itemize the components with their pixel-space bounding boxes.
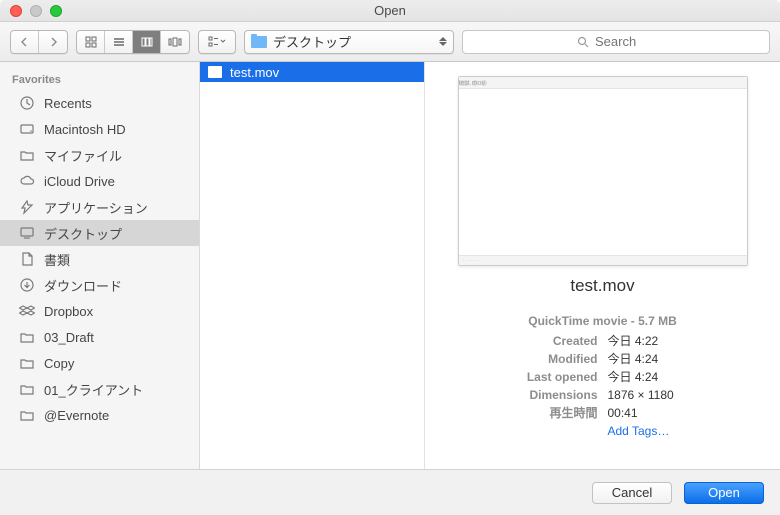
folder-icon [18, 147, 36, 163]
sidebar-item[interactable]: Copy [0, 350, 199, 376]
cloud-icon [18, 173, 36, 189]
preview-key: Created [473, 332, 598, 350]
arrange-segment [198, 30, 236, 54]
sidebar-item[interactable]: Dropbox [0, 298, 199, 324]
file-column[interactable]: test.mov [200, 62, 425, 469]
view-mode-segment [76, 30, 190, 54]
folder-icon [251, 36, 267, 48]
preview-key: 再生時間 [473, 404, 598, 422]
sidebar[interactable]: Favorites Recents Macintosh HD マイファイル iClou… [0, 62, 200, 469]
view-coverflow-button[interactable] [161, 31, 189, 53]
location-popup[interactable]: デスクトップ [244, 30, 454, 54]
download-icon [18, 277, 36, 293]
sidebar-item-label: アプリケーション [44, 198, 148, 217]
folder-icon [18, 407, 36, 423]
search-input[interactable] [595, 34, 655, 49]
sidebar-item-label: 書類 [44, 250, 70, 269]
folder-icon [18, 329, 36, 345]
open-dialog: Open デスクトップ Favorites RecentsMacinto [0, 0, 780, 515]
sidebar-item[interactable]: Recents [0, 90, 199, 116]
add-tags-link[interactable]: Add Tags… [608, 422, 733, 440]
view-list-button[interactable] [105, 31, 133, 53]
toolbar: デスクトップ [0, 22, 780, 62]
sidebar-item-label: Macintosh HD [44, 122, 126, 137]
preview-filename: test.mov [570, 276, 634, 296]
dialog-footer: Cancel Open [0, 469, 780, 515]
cancel-button[interactable]: Cancel [592, 482, 672, 504]
folder-icon [18, 381, 36, 397]
window-title: Open [0, 3, 780, 18]
sidebar-item-label: デスクトップ [44, 224, 122, 243]
desktop-icon [18, 225, 36, 241]
sidebar-item[interactable]: デスクトップ [0, 220, 199, 246]
search-icon [577, 36, 589, 48]
back-button[interactable] [11, 31, 39, 53]
preview-key: Dimensions [473, 386, 598, 404]
arrange-button[interactable] [199, 31, 235, 53]
open-button[interactable]: Open [684, 482, 764, 504]
nav-back-forward [10, 30, 68, 54]
titlebar: Open [0, 0, 780, 22]
sidebar-item[interactable]: 03_Draft [0, 324, 199, 350]
sidebar-item-label: Copy [44, 356, 74, 371]
dialog-body: Favorites Recents Macintosh HD マイファイル iClou… [0, 62, 780, 469]
preview-value: 00:41 [608, 404, 733, 422]
sidebar-item[interactable]: @Evernote [0, 402, 199, 428]
movie-file-icon [208, 66, 222, 78]
sidebar-item[interactable]: Macintosh HD [0, 116, 199, 142]
view-icons-button[interactable] [77, 31, 105, 53]
apps-icon [18, 199, 36, 215]
sidebar-item-label: Recents [44, 96, 92, 111]
sidebar-item[interactable]: ダウンロード [0, 272, 199, 298]
file-item[interactable]: test.mov [200, 62, 424, 82]
preview-key: Modified [473, 350, 598, 368]
sidebar-section-header: Favorites [0, 68, 199, 90]
doc-icon [18, 251, 36, 267]
chevron-updown-icon [437, 37, 449, 46]
forward-button[interactable] [39, 31, 67, 53]
sidebar-item-label: @Evernote [44, 408, 109, 423]
sidebar-item[interactable]: iCloud Drive [0, 168, 199, 194]
preview-metadata: Created 今日 4:22 Modified 今日 4:24 Last opened… [473, 332, 733, 440]
folder-icon [18, 355, 36, 371]
sidebar-item-label: 01_クライアント [44, 380, 143, 399]
preview-key: Last opened [473, 368, 598, 386]
sidebar-item-label: Dropbox [44, 304, 93, 319]
clock-icon [18, 95, 36, 111]
sidebar-item[interactable]: 01_クライアント [0, 376, 199, 402]
view-columns-button[interactable] [133, 31, 161, 53]
preview-thumbnail: test.mov · · · · · [458, 76, 748, 266]
dropbox-icon [18, 303, 36, 319]
preview-kind-size: QuickTime movie - 5.7 MB [528, 314, 677, 328]
preview-value: 今日 4:24 [608, 350, 733, 368]
hdd-icon [18, 121, 36, 137]
sidebar-item-label: iCloud Drive [44, 174, 115, 189]
preview-key [473, 422, 598, 440]
preview-value: 今日 4:22 [608, 332, 733, 350]
search-field[interactable] [462, 30, 770, 54]
sidebar-item-label: ダウンロード [44, 276, 122, 295]
sidebar-item[interactable]: アプリケーション [0, 194, 199, 220]
sidebar-item[interactable]: マイファイル [0, 142, 199, 168]
file-item-label: test.mov [230, 65, 279, 80]
location-label: デスクトップ [273, 32, 431, 51]
sidebar-item[interactable]: 書類 [0, 246, 199, 272]
preview-pane: test.mov · · · · · test.mov QuickTime mo… [425, 62, 780, 469]
preview-value: 1876 × 1180 [608, 386, 733, 404]
preview-value: 今日 4:24 [608, 368, 733, 386]
sidebar-item-label: マイファイル [44, 146, 122, 165]
sidebar-item-label: 03_Draft [44, 330, 94, 345]
